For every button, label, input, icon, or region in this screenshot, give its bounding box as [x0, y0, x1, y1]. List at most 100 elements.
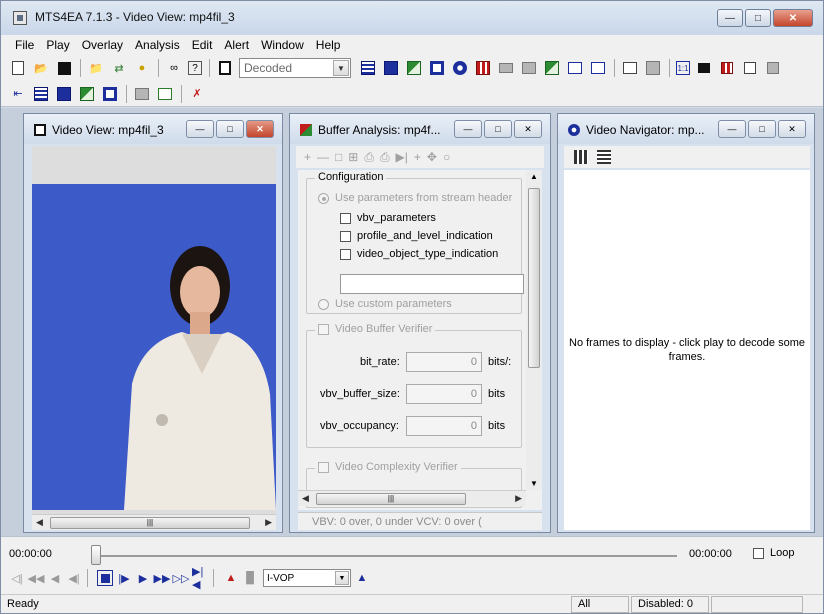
video-view-titlebar[interactable]: Video View: mp4fil_3 — □ ✕	[24, 114, 282, 144]
seek-frame-type-icon[interactable]: ▲	[354, 570, 370, 586]
scroll-down-icon[interactable]: ▼	[530, 479, 538, 488]
navigator-frame-list[interactable]: No frames to display - click play to dec…	[564, 170, 810, 530]
bar-chart-icon[interactable]	[520, 59, 538, 77]
scroll-thumb[interactable]: |||	[316, 493, 466, 505]
video-navigator-titlebar[interactable]: Video Navigator: mp... — □ ✕	[558, 114, 814, 144]
buffer-vertical-scrollbar[interactable]: ▲ ▼	[526, 170, 542, 490]
scroll-left-icon[interactable]: ◀	[36, 517, 43, 528]
loop-checkbox[interactable]	[753, 547, 764, 559]
video-canvas[interactable]	[32, 146, 276, 514]
minimize-button[interactable]: —	[454, 120, 482, 138]
menu-analysis[interactable]: Analysis	[129, 38, 186, 52]
view-mode-select[interactable]: Decoded ▼	[239, 58, 351, 78]
scroll-right-icon[interactable]: ▶	[515, 493, 522, 504]
minimize-button[interactable]: —	[717, 9, 743, 27]
video-horizontal-scrollbar[interactable]: ◀ ||| ▶	[32, 514, 276, 530]
menu-play[interactable]: Play	[40, 38, 75, 52]
crosshair-icon[interactable]: +	[414, 150, 421, 164]
close-button[interactable]: ✕	[773, 9, 813, 27]
object-type-checkbox[interactable]	[340, 248, 351, 260]
print-preview-icon[interactable]: ⎙	[380, 150, 390, 165]
window-icon[interactable]	[589, 59, 607, 77]
frame-back-icon[interactable]: ◀|	[66, 570, 82, 586]
custom-parameters-option[interactable]: Use custom parameters	[318, 298, 452, 310]
vbv-buffer-size-field[interactable]: 0	[406, 384, 482, 404]
video-frame[interactable]	[32, 184, 276, 510]
detail-list-icon[interactable]	[597, 150, 611, 164]
frame-icon[interactable]	[566, 59, 584, 77]
maximize-button[interactable]: □	[216, 120, 244, 138]
new-file-icon[interactable]	[9, 59, 27, 77]
stream-header-radio[interactable]	[318, 192, 329, 204]
go-to-end-icon[interactable]: ▶|◀	[192, 566, 208, 591]
step-back-icon[interactable]: ◀	[47, 570, 63, 586]
menu-edit[interactable]: Edit	[186, 38, 219, 52]
link-icon[interactable]: ∞	[165, 59, 183, 77]
graph-icon[interactable]	[543, 59, 561, 77]
close-button[interactable]: ✕	[246, 120, 274, 138]
menu-window[interactable]: Window	[255, 38, 310, 52]
custom-parameters-radio[interactable]	[318, 298, 329, 310]
menu-help[interactable]: Help	[310, 38, 347, 52]
toggle-icon[interactable]	[695, 59, 713, 77]
zoom-out-icon[interactable]: —	[317, 150, 329, 164]
loop-option[interactable]: Loop	[753, 547, 794, 559]
stats-icon[interactable]	[55, 85, 73, 103]
buffer-analysis-titlebar[interactable]: Buffer Analysis: mp4f... — □ ✕	[290, 114, 550, 144]
minimize-button[interactable]: —	[186, 120, 214, 138]
fit-icon[interactable]: □	[335, 150, 342, 164]
table-icon[interactable]	[32, 85, 50, 103]
step-forward-icon[interactable]: |▶	[116, 570, 132, 586]
vbv-verifier-checkbox[interactable]	[318, 323, 329, 335]
maximize-button[interactable]: □	[484, 120, 512, 138]
maximize-button[interactable]: □	[745, 9, 771, 27]
go-start-icon[interactable]: ⇤	[9, 85, 27, 103]
buffer-horizontal-scrollbar[interactable]: ◀ ||| ▶	[298, 490, 526, 506]
pan-icon[interactable]: ✥	[427, 150, 437, 164]
scroll-up-icon[interactable]: ▲	[530, 172, 538, 181]
vbv-parameters-option[interactable]: vbv_parameters	[340, 212, 436, 224]
close-button[interactable]: ✕	[778, 120, 806, 138]
grid-red-icon[interactable]	[718, 59, 736, 77]
stream-header-option[interactable]: Use parameters from stream header	[318, 192, 512, 204]
list-icon[interactable]	[133, 85, 151, 103]
frame-type-select[interactable]: I-VOP ▼	[263, 569, 351, 587]
scroll-thumb[interactable]: |||	[50, 517, 250, 529]
timeline-thumb[interactable]	[91, 545, 101, 565]
alert-edit-icon[interactable]: ✗	[188, 85, 206, 103]
bitstream-icon[interactable]	[359, 59, 377, 77]
building-icon[interactable]	[644, 59, 662, 77]
profile-level-checkbox[interactable]	[340, 230, 351, 242]
vbv-verifier-option[interactable]: Video Buffer Verifier	[315, 323, 436, 335]
chevron-down-icon[interactable]: ▼	[335, 571, 349, 585]
scroll-right-icon[interactable]: ▶	[265, 517, 272, 528]
navigator-icon[interactable]	[451, 59, 469, 77]
chevron-down-icon[interactable]: ▼	[333, 60, 349, 76]
timeline-track[interactable]	[97, 555, 677, 557]
transfer-icon[interactable]: ⇄	[110, 59, 128, 77]
stop-icon[interactable]	[97, 570, 113, 586]
menu-alert[interactable]: Alert	[218, 38, 255, 52]
decode-to-frame-icon[interactable]: ▲	[223, 570, 239, 586]
picture-icon[interactable]	[621, 59, 639, 77]
play-marker-icon[interactable]: ▶|	[396, 150, 408, 164]
help-icon[interactable]: ?	[188, 61, 202, 75]
zoom-in-icon[interactable]: +	[304, 150, 311, 164]
close-button[interactable]: ✕	[514, 120, 542, 138]
magnify-icon[interactable]: ○	[443, 150, 450, 164]
maximize-button[interactable]: □	[748, 120, 776, 138]
menu-file[interactable]: File	[9, 38, 40, 52]
picture-in-picture-icon[interactable]	[156, 85, 174, 103]
menu-overlay[interactable]: Overlay	[76, 38, 129, 52]
next-frame-icon[interactable]: ▷▷	[173, 570, 190, 586]
fast-rewind-icon[interactable]: ◀◀	[28, 570, 45, 586]
statistics-icon[interactable]	[382, 59, 400, 77]
tile-icon[interactable]	[497, 59, 515, 77]
vbv-occupancy-field[interactable]: 0	[406, 416, 482, 436]
macroblock-icon[interactable]	[474, 59, 492, 77]
save-icon[interactable]	[55, 59, 73, 77]
resize-icon[interactable]	[741, 59, 759, 77]
go-to-start-icon[interactable]: ◁|	[9, 570, 25, 586]
expand-icon[interactable]: ⊞	[348, 150, 358, 164]
minimize-button[interactable]: —	[718, 120, 746, 138]
